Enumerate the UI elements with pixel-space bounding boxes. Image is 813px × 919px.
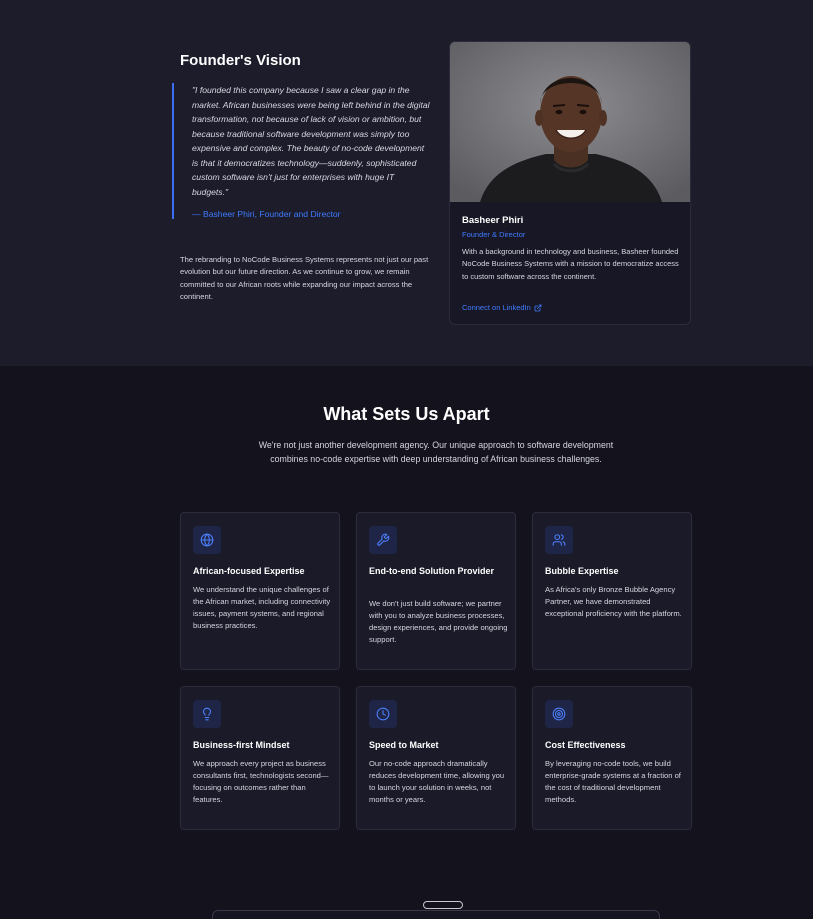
sets-apart-title: What Sets Us Apart <box>323 404 490 424</box>
linkedin-link-label: Connect on LinkedIn <box>462 303 531 312</box>
founder-profile-card: Basheer Phiri Founder & Director With a … <box>449 41 691 325</box>
quote-text: "I founded this company because I saw a … <box>192 85 430 197</box>
feature-card-end-to-end: End-to-end Solution Provider We don't ju… <box>356 512 516 670</box>
lightbulb-icon <box>193 700 221 728</box>
next-section-panel <box>212 910 660 919</box>
feature-title: Cost Effectiveness <box>545 740 626 750</box>
wrench-icon <box>369 526 397 554</box>
feature-description: As Africa's only Bronze Bubble Agency Pa… <box>545 585 682 619</box>
feature-description: We understand the unique challenges of t… <box>193 585 331 631</box>
users-icon <box>545 526 573 554</box>
profile-name: Basheer Phiri <box>462 215 524 226</box>
feature-title: African-focused Expertise <box>193 566 305 576</box>
quote-author: — Basheer Phiri, Founder and Director <box>192 209 341 219</box>
rebrand-paragraph: The rebranding to NoCode Business System… <box>180 255 429 302</box>
clock-icon <box>369 700 397 728</box>
external-link-icon <box>534 304 542 311</box>
feature-title: Bubble Expertise <box>545 566 619 576</box>
feature-card-bubble: Bubble Expertise As Africa's only Bronze… <box>532 512 692 670</box>
target-icon <box>545 700 573 728</box>
profile-role: Founder & Director <box>462 230 526 239</box>
founder-title: Founder's Vision <box>180 52 301 69</box>
feature-card-african-focused: African-focused Expertise We understand … <box>180 512 340 670</box>
feature-description: We don't just build software; we partner… <box>369 599 508 645</box>
feature-title: Business-first Mindset <box>193 740 290 750</box>
feature-title: End-to-end Solution Provider <box>369 566 494 576</box>
feature-card-speed: Speed to Market Our no-code approach dra… <box>356 686 516 830</box>
founder-portrait <box>450 42 690 202</box>
scroll-handle[interactable] <box>423 901 463 909</box>
founder-quote: "I founded this company because I saw a … <box>172 83 430 219</box>
feature-card-cost: Cost Effectiveness By leveraging no-code… <box>532 686 692 830</box>
feature-card-business-first: Business-first Mindset We approach every… <box>180 686 340 830</box>
feature-description: By leveraging no-code tools, we build en… <box>545 759 681 805</box>
feature-description: Our no-code approach dramatically reduce… <box>369 759 505 805</box>
profile-bio: With a background in technology and busi… <box>462 247 679 281</box>
founder-section: Founder's Vision "I founded this company… <box>0 0 813 366</box>
globe-icon <box>193 526 221 554</box>
feature-description: We approach every project as business co… <box>193 759 329 805</box>
feature-title: Speed to Market <box>369 740 439 750</box>
linkedin-link[interactable]: Connect on LinkedIn <box>462 303 542 312</box>
sets-apart-subtitle: We're not just another development agenc… <box>258 440 614 465</box>
